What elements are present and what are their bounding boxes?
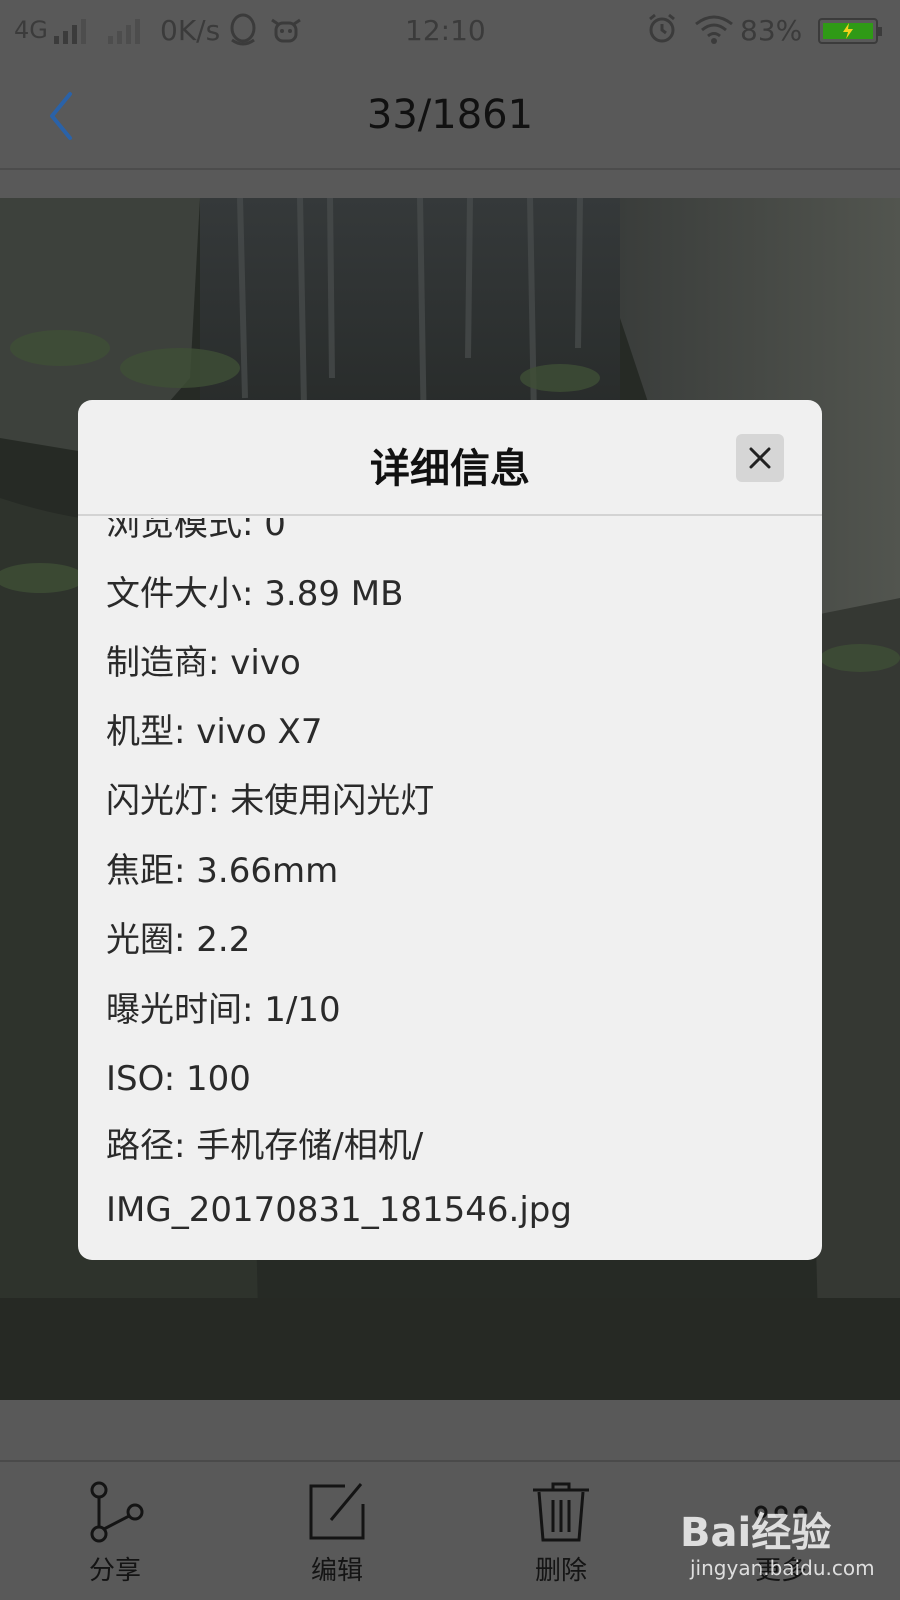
detail-row-view-mode: 浏览模式: 0 — [106, 518, 286, 544]
share-button[interactable]: 分享 — [40, 1480, 190, 1600]
share-label: 分享 — [88, 1556, 141, 1586]
details-dialog: 详细信息 浏览模式: 0 文件大小: 3.89 MB 制造商: vivo 机型:… — [78, 400, 822, 1260]
detail-row-iso: ISO: 100 — [106, 1059, 251, 1099]
detail-row-exposure: 曝光时间: 1/10 — [106, 990, 341, 1030]
signal-bars-icon — [54, 18, 86, 44]
detail-row-manufacturer: 制造商: vivo — [106, 643, 301, 683]
detail-row-flash: 闪光灯: 未使用闪光灯 — [106, 781, 435, 821]
detail-row-model: 机型: vivo X7 — [106, 712, 323, 752]
top-nav: 33/1861 — [0, 62, 900, 170]
dialog-title: 详细信息 — [370, 446, 530, 492]
wifi-icon — [695, 15, 733, 44]
detail-row-focal-length: 焦距: 3.66mm — [106, 851, 339, 891]
share-icon — [90, 1481, 144, 1543]
trash-icon — [533, 1482, 589, 1542]
detail-row-path: 路径: 手机存储/相机/ IMG_20170831_181546.jpg — [106, 1126, 572, 1230]
edit-label: 编辑 — [310, 1556, 363, 1586]
delete-label: 删除 — [534, 1556, 587, 1586]
watermark-site: jingyan.baidu.com — [690, 1556, 875, 1580]
baidu-jingyan-watermark: Bai经验 jingyan.baidu.com — [680, 1500, 880, 1590]
toolbar-divider — [0, 1460, 900, 1462]
delete-button[interactable]: 删除 — [486, 1480, 636, 1600]
cow-icon — [271, 18, 301, 43]
network-speed: 0K/s — [160, 14, 221, 47]
status-bar: 4G 0K/s 12:10 83% — [0, 0, 900, 62]
detail-row-file-size: 文件大小: 3.89 MB — [106, 574, 404, 614]
page-counter: 33/1861 — [366, 92, 534, 138]
network-type: 4G — [14, 16, 48, 44]
charging-icon — [843, 23, 853, 39]
close-icon — [749, 447, 771, 469]
battery-icon — [818, 18, 882, 44]
dialog-header: 详细信息 — [78, 400, 822, 516]
clock: 12:10 — [405, 14, 486, 47]
qq-icon — [230, 13, 256, 46]
edit-icon — [309, 1483, 365, 1540]
alarm-icon — [649, 13, 675, 43]
signal-bars-icon-2 — [108, 18, 140, 44]
battery-percent: 83% — [740, 14, 803, 47]
detail-list[interactable]: 浏览模式: 0 文件大小: 3.89 MB 制造商: vivo 机型: vivo… — [78, 518, 822, 1260]
watermark-brand: Bai经验 — [680, 1510, 832, 1556]
detail-row-aperture: 光圈: 2.2 — [106, 920, 251, 960]
edit-button[interactable]: 编辑 — [262, 1480, 412, 1600]
close-button[interactable] — [736, 434, 784, 482]
